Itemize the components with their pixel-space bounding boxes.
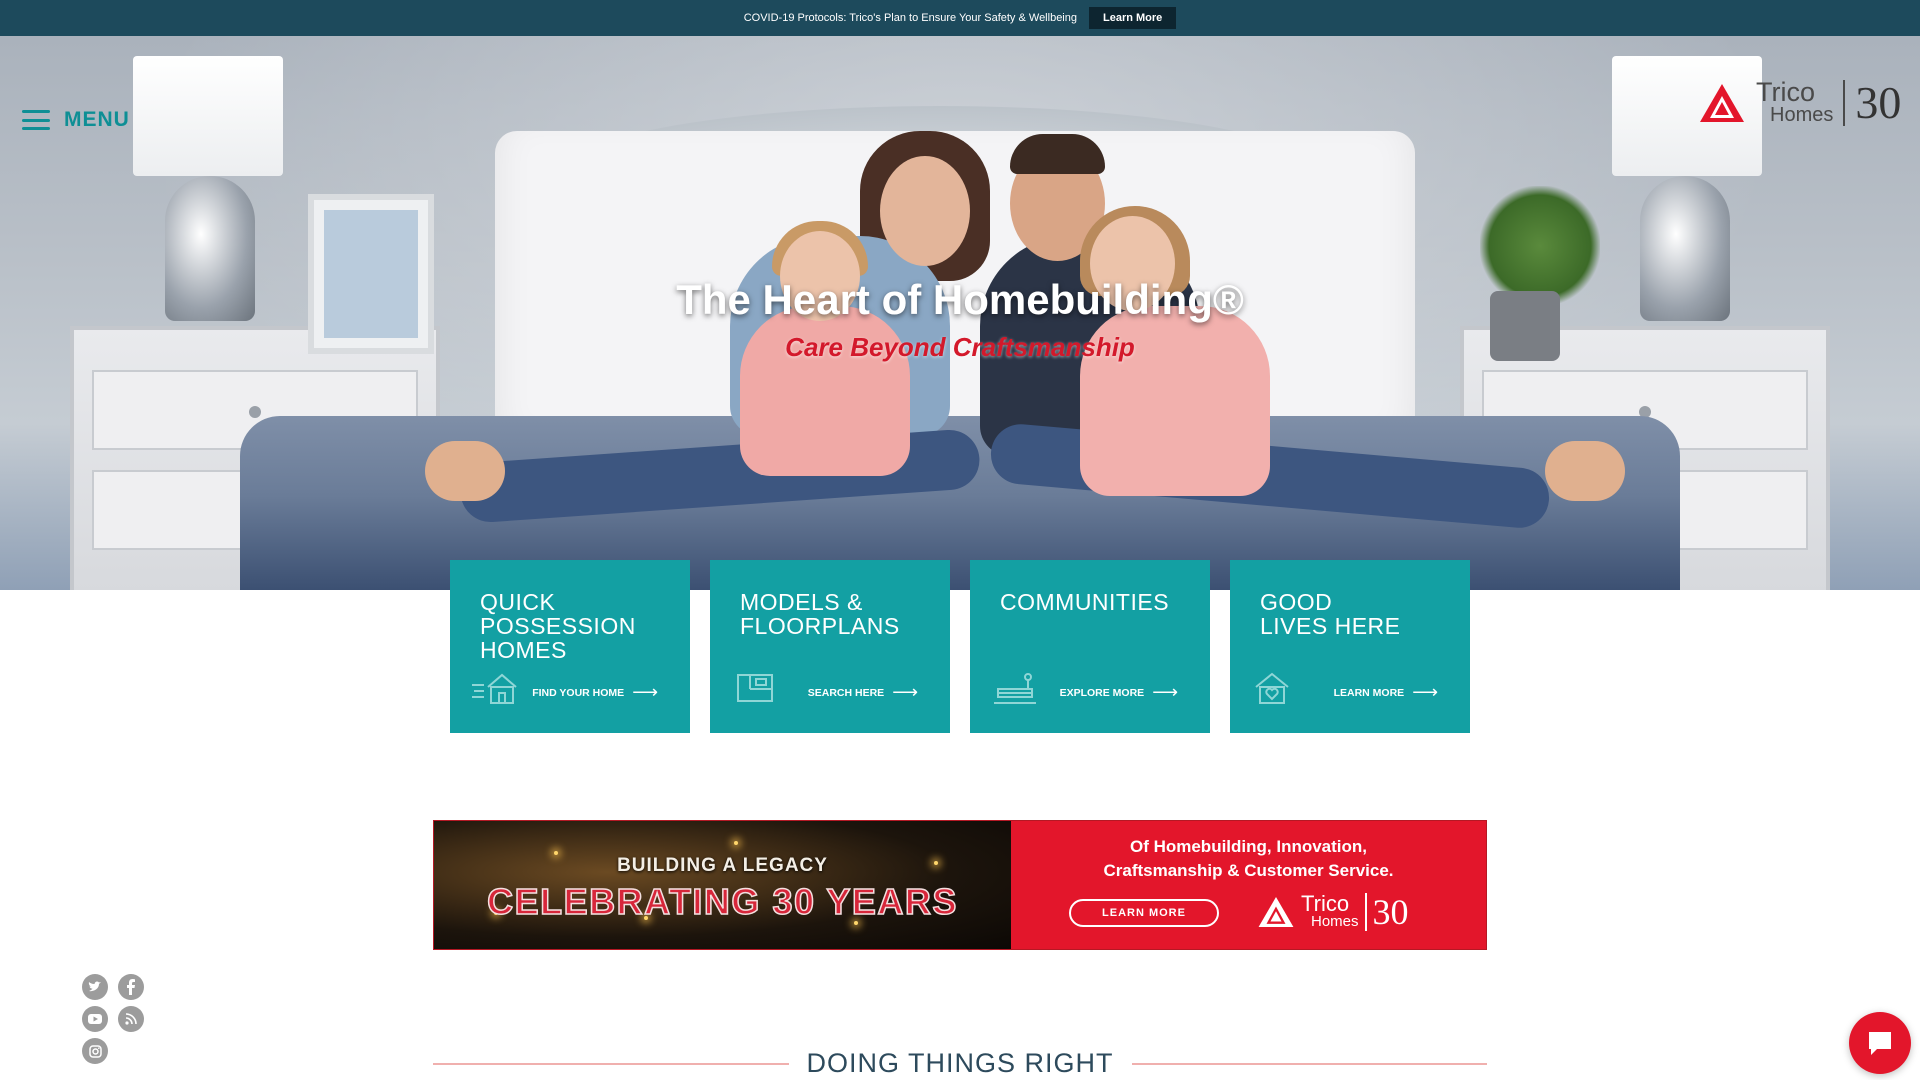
moving-house-icon bbox=[472, 673, 517, 704]
anniversary-banner[interactable]: BUILDING A LEGACY CELEBRATING 30 YEARS O… bbox=[433, 820, 1487, 950]
chat-button[interactable] bbox=[1849, 1012, 1911, 1074]
divider bbox=[433, 1062, 789, 1065]
family-photo-father-hair bbox=[1010, 134, 1105, 174]
floorplan-icon bbox=[737, 674, 773, 702]
notice-learn-more-button[interactable]: Learn More bbox=[1089, 7, 1177, 29]
divider bbox=[1131, 1062, 1488, 1065]
tile-title: COMMUNITIES bbox=[1000, 589, 1170, 615]
logo-name-bottom: Homes bbox=[1770, 103, 1834, 126]
search-here-link[interactable]: SEARCH HERE ⟶ bbox=[808, 682, 918, 703]
hero-banner: The Heart of Homebuilding® Care Beyond C… bbox=[0, 36, 1920, 590]
tile-models-floorplans[interactable]: MODELS & FLOORPLANS SEARCH HERE ⟶ bbox=[710, 560, 950, 733]
facebook-icon[interactable] bbox=[118, 974, 144, 1000]
twitter-icon[interactable] bbox=[82, 974, 108, 1000]
section-heading: DOING THINGS RIGHT bbox=[433, 1048, 1488, 1079]
banner-headline: CELEBRATING 30 YEARS bbox=[486, 880, 958, 923]
left-lamp-shade bbox=[133, 56, 283, 176]
find-your-home-link[interactable]: FIND YOUR HOME ⟶ bbox=[532, 682, 658, 703]
menu-label: MENU bbox=[64, 108, 130, 131]
banner-pre-title: BUILDING A LEGACY bbox=[617, 855, 828, 876]
arrow-right-icon: ⟶ bbox=[892, 682, 918, 702]
hero-title: The Heart of Homebuilding® bbox=[676, 276, 1244, 323]
rss-icon[interactable] bbox=[118, 1006, 144, 1032]
social-links bbox=[82, 974, 144, 1064]
logo-name-top: Trico bbox=[1756, 77, 1815, 108]
hamburger-icon bbox=[22, 110, 50, 130]
logo-anniversary: 30 bbox=[1855, 77, 1902, 128]
notice-text: COVID-19 Protocols: Trico's Plan to Ensu… bbox=[743, 12, 1077, 24]
tile-quick-possession[interactable]: QUICK POSSESSION HOMES FIND YOUR HOME ⟶ bbox=[450, 560, 690, 733]
banner-learn-more-button[interactable]: LEARN MORE bbox=[1069, 899, 1219, 927]
hero-subtitle: Care Beyond Craftsmanship bbox=[785, 332, 1135, 362]
menu-button[interactable]: MENU bbox=[22, 108, 130, 132]
arrow-right-icon: ⟶ bbox=[1412, 682, 1438, 702]
tile-title: QUICK POSSESSION HOMES bbox=[480, 589, 636, 664]
tile-good-lives-here[interactable]: GOOD LIVES HERE LEARN MORE ⟶ bbox=[1230, 560, 1470, 733]
tile-title: GOOD LIVES HERE bbox=[1260, 589, 1401, 640]
home-heart-icon bbox=[1255, 672, 1289, 704]
youtube-icon[interactable] bbox=[82, 1006, 108, 1032]
trico-logo-mark-icon bbox=[1258, 896, 1294, 928]
community-icon bbox=[994, 673, 1036, 704]
family-photo-mother-face bbox=[880, 156, 970, 266]
banner-text: Of Homebuilding, Innovation, Craftsmansh… bbox=[1103, 837, 1394, 880]
arrow-right-icon: ⟶ bbox=[632, 682, 658, 702]
instagram-icon[interactable] bbox=[82, 1038, 108, 1064]
learn-more-link[interactable]: LEARN MORE ⟶ bbox=[1334, 682, 1438, 703]
trico-logo-mark-icon bbox=[1700, 83, 1744, 122]
chat-bubble-icon bbox=[1869, 1032, 1891, 1055]
banner-logo: Trico Homes 30 bbox=[1257, 891, 1409, 933]
arrow-right-icon: ⟶ bbox=[1152, 682, 1178, 702]
tile-communities[interactable]: COMMUNITIES EXPLORE MORE ⟶ bbox=[970, 560, 1210, 733]
tile-title: MODELS & FLOORPLANS bbox=[740, 589, 900, 640]
anniversary-banner-photo: BUILDING A LEGACY CELEBRATING 30 YEARS bbox=[434, 821, 1011, 949]
picture-frame bbox=[308, 194, 434, 354]
covid-notice-bar: COVID-19 Protocols: Trico's Plan to Ensu… bbox=[0, 0, 1920, 36]
section-title: DOING THINGS RIGHT bbox=[806, 1048, 1114, 1078]
explore-more-link[interactable]: EXPLORE MORE ⟶ bbox=[1060, 682, 1178, 703]
trico-homes-logo[interactable]: Trico Homes 30 bbox=[1698, 76, 1901, 129]
